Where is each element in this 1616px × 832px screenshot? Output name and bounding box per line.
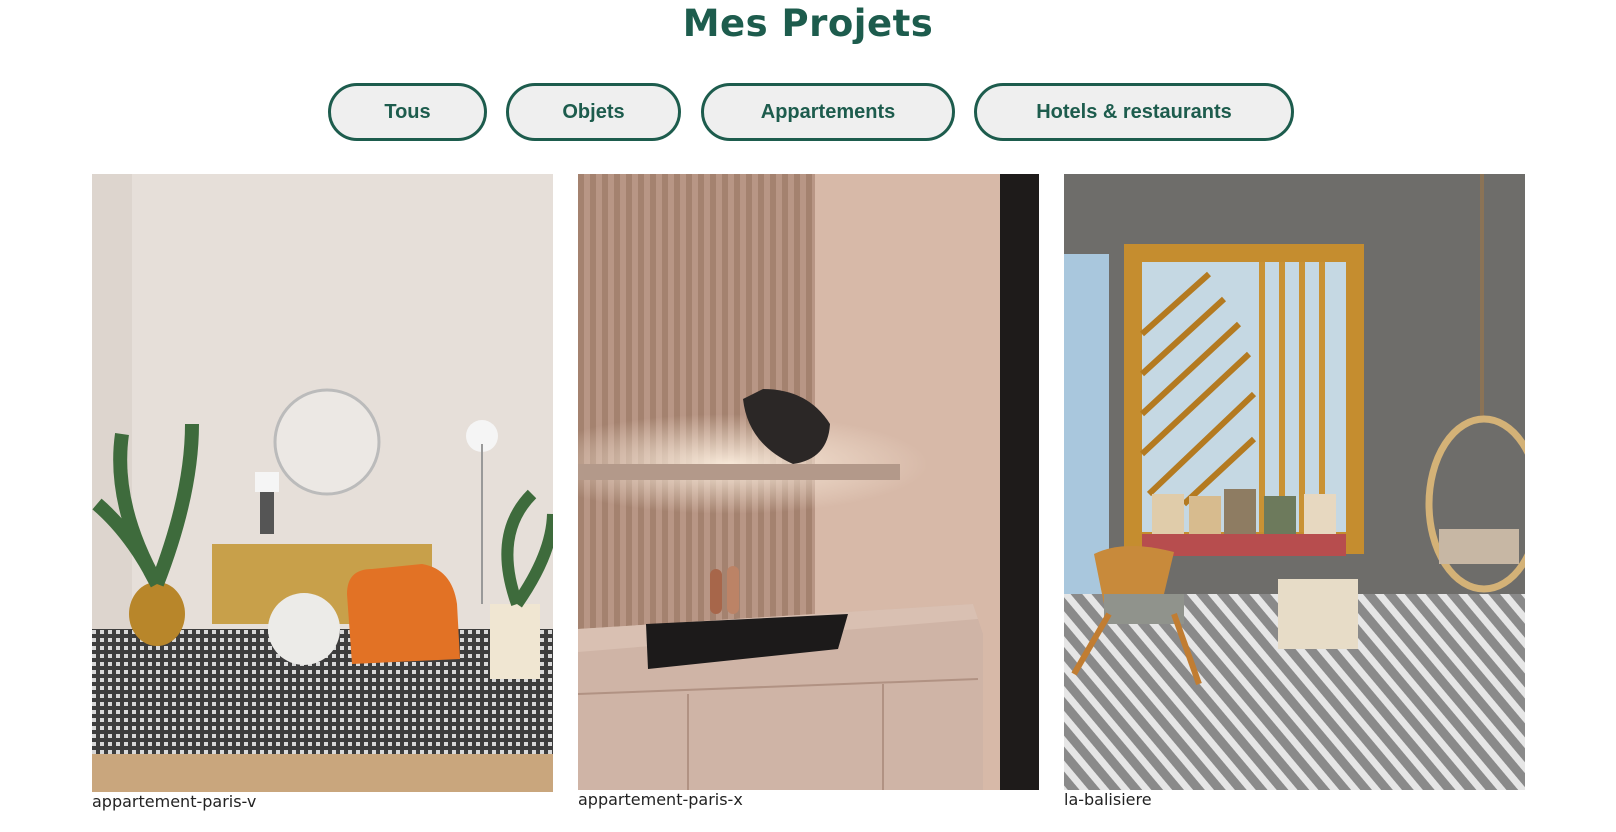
filter-bar: Tous Objets Appartements Hotels & restau… [0,83,1616,141]
living-room-photo[interactable] [92,174,553,792]
filter-apartments-button[interactable]: Appartements [701,83,955,141]
filter-hotels-button[interactable]: Hotels & restaurants [974,83,1294,141]
kitchen-photo[interactable] [578,174,1039,790]
project-card[interactable]: la-balisiere [1064,174,1525,809]
project-card[interactable]: appartement-paris-x [578,174,1039,809]
filter-all-button[interactable]: Tous [328,83,487,141]
filter-objects-button[interactable]: Objets [506,83,681,141]
project-card[interactable]: appartement-paris-v [92,174,553,811]
project-caption[interactable]: appartement-paris-x [578,790,743,809]
project-caption[interactable]: appartement-paris-v [92,792,256,811]
hotel-lounge-photo[interactable] [1064,174,1525,790]
page-title: Mes Projets [682,2,934,45]
project-caption[interactable]: la-balisiere [1064,790,1152,809]
